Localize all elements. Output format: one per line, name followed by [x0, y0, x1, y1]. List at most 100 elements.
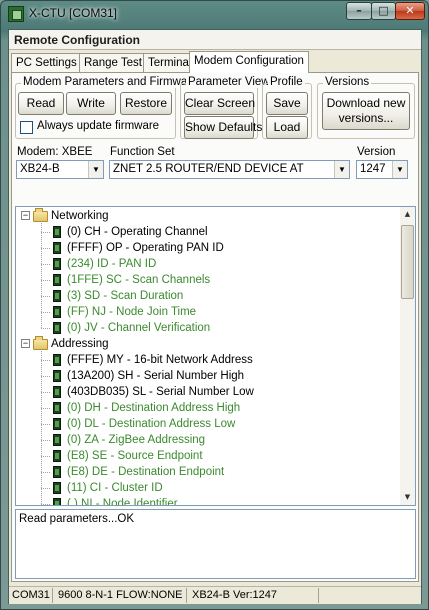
tree-item-label: (0) DL - Destination Address Low	[67, 418, 236, 430]
tree-section-addressing[interactable]: − Addressing	[16, 336, 401, 352]
parameter-icon	[53, 482, 61, 494]
tree-item[interactable]: (E8) DE - Destination Endpoint	[16, 464, 401, 480]
close-button[interactable]: ✕	[395, 2, 425, 20]
parameter-icon	[53, 386, 61, 398]
tree-item-label: (11) CI - Cluster ID	[67, 482, 163, 494]
tree-section-label: Addressing	[51, 338, 109, 350]
parameter-view-group-title: Parameter View	[186, 76, 272, 88]
tree-item[interactable]: (FF) NJ - Node Join Time	[16, 304, 401, 320]
parameter-tree[interactable]: − Networking (0) CH - Operating Channel (FF…	[15, 206, 416, 506]
tree-connector	[41, 376, 50, 377]
tree-connector-vertical	[41, 221, 42, 328]
parameter-icon	[53, 226, 61, 238]
tree-connector	[41, 296, 50, 297]
parameter-icon	[53, 418, 61, 430]
tab-pc-settings[interactable]: PC Settings	[11, 53, 82, 72]
scroll-down-arrow-icon[interactable]: ▼	[400, 490, 415, 505]
version-label: Version	[357, 146, 396, 158]
tab-range-test[interactable]: Range Test	[79, 53, 147, 72]
tree-item[interactable]: ( ) NI - Node Identifier	[16, 496, 401, 506]
function-set-dropdown-arrow-icon[interactable]: ▼	[334, 161, 349, 178]
tree-connector	[41, 440, 50, 441]
status-message-box: Read parameters...OK	[15, 509, 416, 579]
remote-configuration-bar: Remote Configuration	[9, 30, 421, 50]
tree-item[interactable]: (0) JV - Channel Verification	[16, 320, 401, 336]
tree-item-label: (0) CH - Operating Channel	[67, 226, 208, 238]
minimize-button[interactable]: –	[346, 2, 372, 20]
tree-item[interactable]: (13A200) SH - Serial Number High	[16, 368, 401, 384]
tree-item[interactable]: (FFFF) OP - Operating PAN ID	[16, 240, 401, 256]
tree-item[interactable]: (E8) SE - Source Endpoint	[16, 448, 401, 464]
parameter-icon	[53, 258, 61, 270]
always-update-firmware-label: Always update firmware	[37, 120, 160, 132]
tab-modem-configuration[interactable]: Modem Configuration	[189, 51, 309, 73]
tree-item-label: (3) SD - Scan Duration	[67, 290, 184, 302]
load-profile-button[interactable]: Load	[266, 116, 308, 139]
tree-item[interactable]: (3) SD - Scan Duration	[16, 288, 401, 304]
parameter-icon	[53, 498, 61, 505]
clear-screen-button[interactable]: Clear Screen	[184, 92, 255, 115]
tree-item[interactable]: (11) CI - Cluster ID	[16, 480, 401, 496]
download-new-versions-button[interactable]: Download new versions...	[322, 92, 410, 130]
tree-connector	[41, 232, 50, 233]
download-new-versions-line1: Download new	[326, 96, 406, 110]
parameter-icon	[53, 402, 61, 414]
modem-type-value: XB24-B	[20, 163, 60, 175]
tree-connector	[41, 280, 50, 281]
tree-connector	[41, 472, 50, 473]
tree-item-label: (0) DH - Destination Address High	[67, 402, 241, 414]
status-settings: 9600 8-N-1 FLOW:NONE	[55, 588, 187, 603]
parameter-icon	[53, 322, 61, 334]
tree-item[interactable]: (0) ZA - ZigBee Addressing	[16, 432, 401, 448]
tree-item-label: (13A200) SH - Serial Number High	[67, 370, 245, 382]
tree-section-networking[interactable]: − Networking	[16, 208, 401, 224]
tree-connector	[41, 360, 50, 361]
function-set-select[interactable]: ZNET 2.5 ROUTER/END DEVICE AT ▼	[109, 160, 350, 179]
tree-connector	[41, 424, 50, 425]
window-title: X-CTU [COM31]	[29, 6, 118, 20]
parameter-icon	[53, 434, 61, 446]
tree-item-label: (E8) SE - Source Endpoint	[67, 450, 203, 462]
tree-item-label: (0) ZA - ZigBee Addressing	[67, 434, 206, 446]
tree-connector	[41, 456, 50, 457]
tree-item[interactable]: (234) ID - PAN ID	[16, 256, 401, 272]
read-button[interactable]: Read	[18, 92, 64, 115]
tree-item[interactable]: (0) CH - Operating Channel	[16, 224, 401, 240]
version-dropdown-arrow-icon[interactable]: ▼	[392, 161, 407, 178]
scroll-up-arrow-icon[interactable]: ▲	[400, 207, 415, 222]
tree-item[interactable]: (FFFE) MY - 16-bit Network Address	[16, 352, 401, 368]
parameter-icon	[53, 450, 61, 462]
modem-type-dropdown-arrow-icon[interactable]: ▼	[88, 161, 103, 178]
tree-item-label: (FF) NJ - Node Join Time	[67, 306, 197, 318]
tree-connector-vertical	[41, 349, 42, 505]
write-button[interactable]: Write	[66, 92, 116, 115]
always-update-firmware-checkbox[interactable]	[20, 121, 33, 134]
show-defaults-button[interactable]: Show Defaults	[184, 116, 262, 139]
collapse-toggle-icon[interactable]: −	[21, 211, 30, 220]
restore-button[interactable]: Restore	[120, 92, 172, 115]
tree-connector	[41, 504, 50, 505]
scroll-thumb[interactable]	[401, 225, 414, 299]
tree-item[interactable]: (403DB035) SL - Serial Number Low	[16, 384, 401, 400]
parameter-icon	[53, 290, 61, 302]
tree-connector	[41, 488, 50, 489]
collapse-toggle-icon[interactable]: −	[21, 339, 30, 348]
download-new-versions-line2: versions...	[338, 111, 394, 125]
title-bar[interactable]: X-CTU [COM31] – □ ✕	[1, 1, 428, 27]
modem-type-select[interactable]: XB24-B ▼	[16, 160, 104, 179]
version-select[interactable]: 1247 ▼	[356, 160, 408, 179]
tree-connector	[41, 264, 50, 265]
tree-item[interactable]: (1FFE) SC - Scan Channels	[16, 272, 401, 288]
parameter-icon	[53, 274, 61, 286]
function-set-label: Function Set	[110, 146, 175, 158]
tree-vertical-scrollbar[interactable]: ▲ ▼	[400, 207, 415, 505]
tree-item-label: ( ) NI - Node Identifier	[67, 498, 178, 506]
tree-connector	[41, 408, 50, 409]
save-profile-button[interactable]: Save	[266, 92, 308, 115]
tree-item-label: (1FFE) SC - Scan Channels	[67, 274, 211, 286]
tree-item[interactable]: (0) DH - Destination Address High	[16, 400, 401, 416]
tree-item[interactable]: (0) DL - Destination Address Low	[16, 416, 401, 432]
parameter-icon	[53, 370, 61, 382]
parameter-icon	[53, 242, 61, 254]
maximize-button[interactable]: □	[371, 2, 396, 20]
